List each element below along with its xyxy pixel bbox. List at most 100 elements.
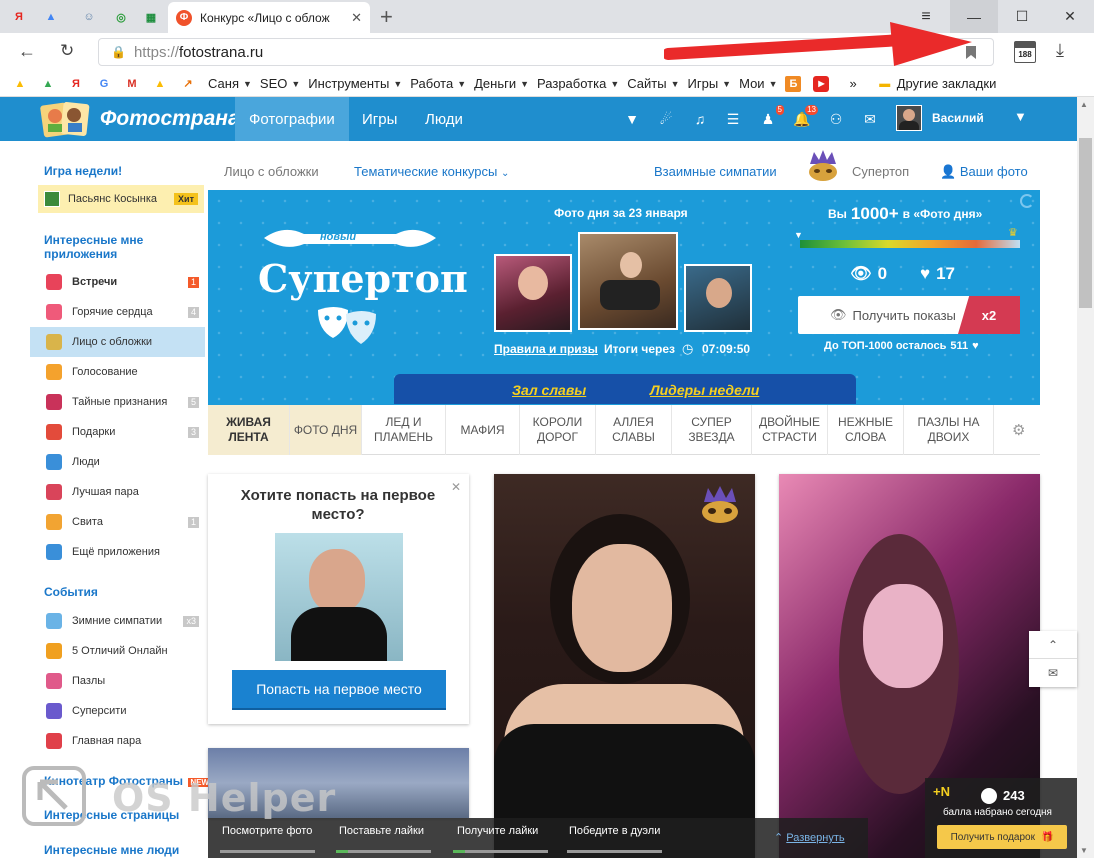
bookmark-folder-8[interactable]: SEO ▼ xyxy=(260,76,300,91)
yandex-icon[interactable]: Я xyxy=(8,6,30,28)
bookmark-folder-7[interactable]: Саня ▼ xyxy=(208,76,252,91)
download-icon[interactable]: ⤓ xyxy=(1056,40,1064,61)
music-icon[interactable]: ♫ xyxy=(690,109,710,129)
refresh-icon[interactable] xyxy=(1020,194,1034,208)
ads-bm-icon[interactable]: ▲ xyxy=(152,76,172,92)
photo-day-thumb-left[interactable] xyxy=(494,254,572,332)
game-week-title[interactable]: Игра недели! xyxy=(44,164,122,178)
mail-icon[interactable]: ✉ xyxy=(860,109,880,129)
photo-day-thumb-center[interactable] xyxy=(578,232,678,330)
subnav-themed[interactable]: Тематические конкурсы ⌄ xyxy=(354,164,509,179)
hall-of-fame-link[interactable]: Зал славы xyxy=(512,382,586,398)
friends-requests-icon[interactable]: ♟ 5 xyxy=(758,105,784,129)
contest-tab[interactable]: Живая лента xyxy=(208,405,290,455)
diamond-icon[interactable]: ▼ xyxy=(622,109,642,129)
contest-tab[interactable]: Мафия xyxy=(446,405,520,455)
contest-tab[interactable]: Фото дня xyxy=(290,405,362,455)
contest-tab[interactable]: Аллея славы xyxy=(596,405,672,455)
site-logo-text[interactable]: Фотострана xyxy=(100,107,240,131)
step-get-likes[interactable]: Получите лайки xyxy=(457,825,538,837)
promo-close-icon[interactable]: ✕ xyxy=(451,480,461,494)
apps-title[interactable]: Интересные мне приложения xyxy=(44,233,194,261)
contest-tab[interactable]: Нежные слова xyxy=(828,405,904,455)
bookmarks-overflow[interactable]: » xyxy=(849,76,856,91)
subnav-mutual[interactable]: Взаимные симпатии xyxy=(654,164,777,179)
step-view-photos[interactable]: Посмотрите фото xyxy=(222,825,312,837)
sidebar-item[interactable]: Голосование xyxy=(30,357,205,387)
subnav-your-photos[interactable]: 👤 Ваши фото xyxy=(940,164,1028,180)
drive2-icon[interactable]: ▲ xyxy=(40,76,60,92)
google-bm-icon[interactable]: G xyxy=(96,76,116,92)
bookmark-folder-11[interactable]: Деньги ▼ xyxy=(474,76,529,91)
drive-icon[interactable]: ▲ xyxy=(12,76,32,92)
sidebar-item[interactable]: Суперсити xyxy=(30,696,205,726)
events-title[interactable]: События xyxy=(44,585,98,599)
contest-tab[interactable]: Короли дорог xyxy=(520,405,596,455)
photo-day-thumb-right[interactable] xyxy=(684,264,752,332)
sidebar-item[interactable]: 5 Отличий Онлайн xyxy=(30,636,205,666)
notifications-icon[interactable]: 🔔 13 xyxy=(792,105,818,129)
sidebar-item[interactable]: Подарки 3 xyxy=(30,417,205,447)
scroll-up-arrow-icon[interactable]: ▲ xyxy=(1080,100,1088,109)
sidebar-item[interactable]: Пазлы xyxy=(30,666,205,696)
user-menu-chevron-icon[interactable]: ▼ xyxy=(1014,109,1027,124)
step-put-likes[interactable]: Поставьте лайки xyxy=(339,825,424,837)
scroll-down-arrow-icon[interactable]: ▼ xyxy=(1080,846,1088,855)
green-ring-icon[interactable]: ◎ xyxy=(110,6,132,28)
active-tab[interactable]: Ф Конкурс «Лицо с облож ✕ xyxy=(168,2,370,33)
bookmark-folder-15[interactable]: Мои ▼ xyxy=(739,76,777,91)
people-icon[interactable]: ⚇ xyxy=(826,109,846,129)
back-icon[interactable]: ← xyxy=(18,41,36,62)
bookmark-folder-13[interactable]: Сайты ▼ xyxy=(627,76,679,91)
bookmark-youtube-icon[interactable]: ▶ xyxy=(813,75,833,92)
new-tab-icon[interactable]: + xyxy=(380,4,393,30)
bookmark-folder-10[interactable]: Работа ▼ xyxy=(410,76,466,91)
get-gift-button[interactable]: Получить подарок 🎁 xyxy=(937,825,1067,849)
sheets-icon[interactable]: ▦ xyxy=(140,6,162,28)
contest-tab[interactable]: Супер звезда xyxy=(672,405,752,455)
nav-people[interactable]: Люди xyxy=(411,97,477,141)
avatar-tab-icon[interactable]: ☺ xyxy=(78,6,100,28)
bookmark-folder-9[interactable]: Инструменты ▼ xyxy=(308,76,402,91)
analytics-icon[interactable]: ↗ xyxy=(180,76,200,92)
close-tab-icon[interactable]: ✕ xyxy=(351,10,362,26)
contest-tab[interactable]: Лед и пламень xyxy=(362,405,446,455)
fotostrana-logo-icon[interactable] xyxy=(40,100,94,138)
list-icon[interactable]: ☰ xyxy=(723,109,743,129)
sidebar-item[interactable]: Люди xyxy=(30,447,205,477)
bookmark-folder-12[interactable]: Разработка ▼ xyxy=(537,76,619,91)
people-title[interactable]: Интересные мне люди xyxy=(44,843,179,857)
sidebar-item[interactable]: Свита 1 xyxy=(30,507,205,537)
close-window-icon[interactable]: ✕ xyxy=(1046,0,1094,33)
scroll-top-chevron-icon[interactable]: ⌃ xyxy=(1029,631,1077,659)
subnav-supertop[interactable]: Супертоп xyxy=(852,164,909,179)
gmail-icon[interactable]: M xyxy=(124,76,144,92)
user-avatar[interactable] xyxy=(896,105,922,131)
nav-photos[interactable]: Фотографии xyxy=(235,97,349,141)
yandex-bm-icon[interactable]: Я xyxy=(68,76,88,92)
game-week-item[interactable]: Пасьянс Косынка Хит xyxy=(38,185,204,213)
contest-tab[interactable]: Пазлы на двоих xyxy=(904,405,994,455)
contest-tab[interactable]: Двойные страсти xyxy=(752,405,828,455)
week-leaders-link[interactable]: Лидеры недели xyxy=(650,382,759,398)
promo-button[interactable]: Попасть на первое место xyxy=(232,670,446,708)
bookmark-folder-14[interactable]: Игры ▼ xyxy=(688,76,732,91)
user-name[interactable]: Василий xyxy=(932,111,984,125)
maximize-icon[interactable]: ☐ xyxy=(998,0,1046,33)
subnav-cover[interactable]: Лицо с обложки xyxy=(224,164,319,179)
sidebar-item[interactable]: Главная пара xyxy=(30,726,205,756)
bookmark-orange-icon[interactable]: Б xyxy=(785,75,805,92)
sidebar-item[interactable]: Встречи 1 xyxy=(30,267,205,297)
rules-link[interactable]: Правила и призы xyxy=(494,342,598,356)
messages-envelope-icon[interactable]: ✉ xyxy=(1029,659,1077,687)
sidebar-item[interactable]: Тайные признания 5 xyxy=(30,387,205,417)
reload-icon[interactable]: ↻ xyxy=(60,41,74,61)
calendar-icon[interactable]: 188 xyxy=(1014,41,1036,63)
other-bookmarks[interactable]: ▬ Другие закладки xyxy=(877,76,996,92)
photo-card-1[interactable] xyxy=(494,474,755,858)
sidebar-item[interactable]: Зимние симпатии x3 xyxy=(30,606,205,636)
sidebar-item[interactable]: Лучшая пара xyxy=(30,477,205,507)
google-ads-icon[interactable]: ▲ xyxy=(40,6,62,28)
sidebar-item[interactable]: Лицо с обложки xyxy=(30,327,205,357)
sidebar-item[interactable]: Горячие сердца 4 xyxy=(30,297,205,327)
